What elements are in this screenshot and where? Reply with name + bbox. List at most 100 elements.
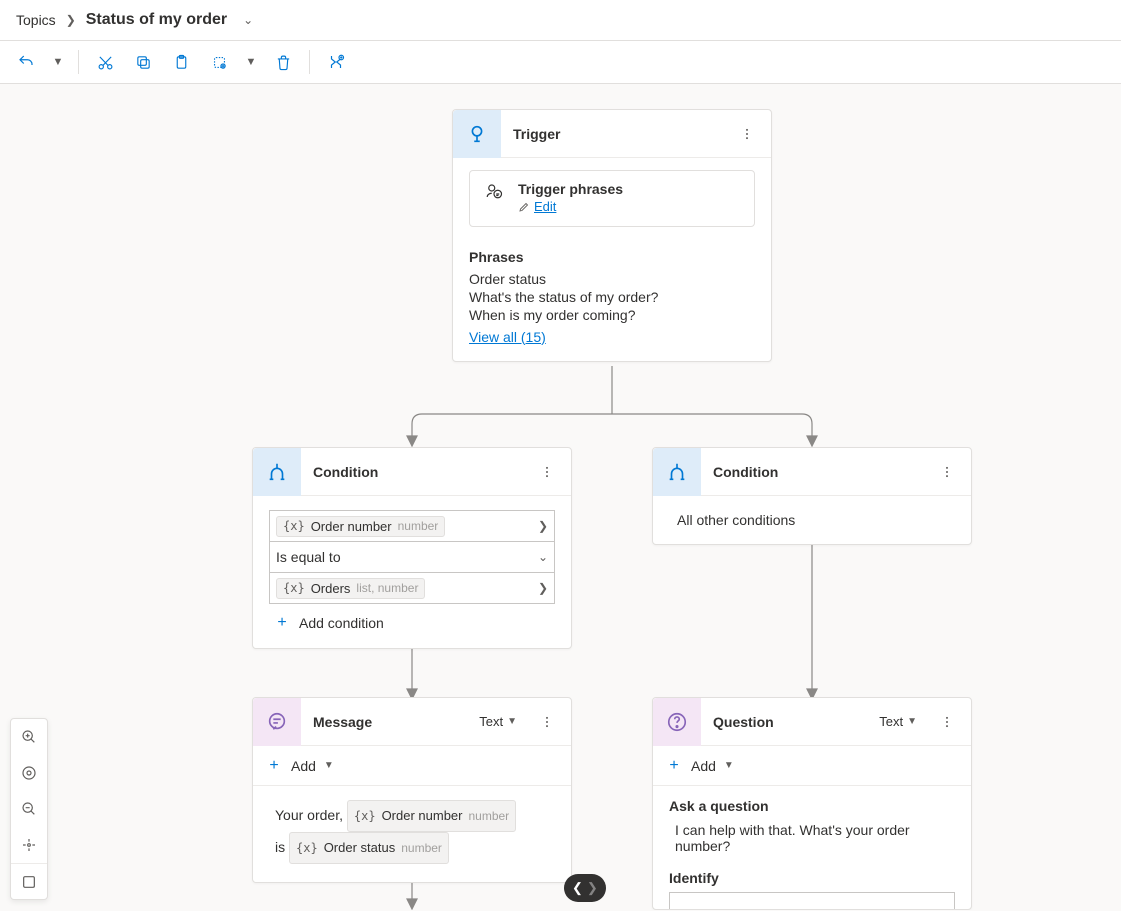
breadcrumb-root[interactable]: Topics xyxy=(16,12,56,28)
operator-label: Is equal to xyxy=(276,549,341,565)
question-type-selector[interactable]: Text ▼ xyxy=(879,714,917,729)
trigger-phrases-title: Trigger phrases xyxy=(518,181,623,197)
message-node[interactable]: Message Text ▼ + Add ▼ Your order, {x} O… xyxy=(252,697,572,883)
message-add-button[interactable]: + Add ▼ xyxy=(253,746,571,786)
more-button[interactable] xyxy=(935,710,959,734)
breadcrumb: Topics ❯ Status of my order ⌄ xyxy=(0,0,1121,41)
variable-icon: {x} xyxy=(283,581,305,595)
zoom-out-button[interactable] xyxy=(11,791,47,827)
minimap-button[interactable] xyxy=(11,863,47,899)
toolbar: ▼ ▼ xyxy=(0,41,1121,84)
message-text-mid: is xyxy=(275,839,289,855)
chevron-down-icon: ▼ xyxy=(324,760,334,771)
view-all-phrases-link[interactable]: View all (15) xyxy=(469,329,546,345)
condition-right-title: Condition xyxy=(713,464,923,480)
paste-special-dropdown[interactable]: ▼ xyxy=(241,46,261,78)
condition-variable-2[interactable]: {x} Orders list, number ❯ xyxy=(269,572,555,604)
identify-selector[interactable] xyxy=(669,892,955,910)
phrase-3: When is my order coming? xyxy=(469,307,755,323)
condition-operator[interactable]: Is equal to ⌄ xyxy=(269,541,555,573)
plus-icon: + xyxy=(665,757,683,775)
phrases-section: Phrases Order status What's the status o… xyxy=(453,239,771,361)
reset-view-button[interactable] xyxy=(11,827,47,863)
more-button[interactable] xyxy=(535,710,559,734)
add-condition-label: Add condition xyxy=(299,615,384,631)
undo-button[interactable] xyxy=(10,46,42,78)
edit-phrases-link[interactable]: Edit xyxy=(518,199,556,214)
add-condition-button[interactable]: + Add condition xyxy=(269,604,555,634)
question-title: Question xyxy=(713,714,867,730)
plus-icon: + xyxy=(273,614,291,632)
add-label: Add xyxy=(291,758,316,774)
copy-button[interactable] xyxy=(127,46,159,78)
chevron-down-icon: ▼ xyxy=(507,716,517,727)
chevron-down-icon: ▼ xyxy=(724,760,734,771)
message-icon xyxy=(253,698,301,746)
undo-dropdown[interactable]: ▼ xyxy=(48,46,68,78)
chevron-down-icon: ▼ xyxy=(907,716,917,727)
paste-special-button[interactable] xyxy=(203,46,235,78)
variables-button[interactable] xyxy=(320,46,352,78)
question-node[interactable]: Question Text ▼ + Add ▼ Ask a question I… xyxy=(652,697,972,910)
chevron-down-icon: ⌄ xyxy=(538,550,548,564)
trigger-title: Trigger xyxy=(513,126,723,142)
chevron-right-icon: ❯ xyxy=(538,581,548,595)
paste-button[interactable] xyxy=(165,46,197,78)
trigger-phrases-card[interactable]: Trigger phrases Edit xyxy=(469,170,755,227)
identify-header: Identify xyxy=(669,870,955,886)
condition-node-left[interactable]: Condition {x} Order number number ❯ Is e… xyxy=(252,447,572,649)
chevron-right-icon: ❯ xyxy=(66,13,76,27)
breadcrumb-current[interactable]: Status of my order xyxy=(86,11,227,29)
add-label: Add xyxy=(691,758,716,774)
condition-icon xyxy=(253,448,301,496)
cut-button[interactable] xyxy=(89,46,121,78)
condition-right-body: All other conditions xyxy=(653,496,971,544)
zoom-in-button[interactable] xyxy=(11,719,47,755)
condition-node-right[interactable]: Condition All other conditions xyxy=(652,447,972,545)
authoring-canvas[interactable]: Trigger Trigger phrases Edit Phra xyxy=(0,84,1121,910)
question-header: Question Text ▼ xyxy=(653,698,971,746)
plus-icon: + xyxy=(265,757,283,775)
all-other-conditions-label: All other conditions xyxy=(677,512,795,528)
ask-question-header: Ask a question xyxy=(669,798,955,814)
message-text-prefix: Your order, xyxy=(275,807,347,823)
more-button[interactable] xyxy=(935,460,959,484)
phrases-header: Phrases xyxy=(469,249,755,265)
var-order-status[interactable]: {x} Order status number xyxy=(289,832,449,864)
condition-left-title: Condition xyxy=(313,464,523,480)
trigger-body: Trigger phrases Edit xyxy=(453,158,771,239)
var-orders: {x} Orders list, number xyxy=(276,578,425,599)
trigger-node[interactable]: Trigger Trigger phrases Edit Phra xyxy=(452,109,772,362)
message-type-selector[interactable]: Text ▼ xyxy=(479,714,517,729)
message-body[interactable]: Your order, {x} Order number number is {… xyxy=(253,786,571,882)
node-navigator[interactable]: ❮ ❯ xyxy=(564,874,606,902)
condition-left-body: {x} Order number number ❯ Is equal to ⌄ … xyxy=(253,496,571,648)
chevron-right-icon: ❯ xyxy=(538,519,548,533)
condition-variable-1[interactable]: {x} Order number number ❯ xyxy=(269,510,555,542)
trigger-icon xyxy=(453,110,501,158)
trigger-header: Trigger xyxy=(453,110,771,158)
message-header: Message Text ▼ xyxy=(253,698,571,746)
question-text[interactable]: I can help with that. What's your order … xyxy=(669,820,955,864)
question-add-button[interactable]: + Add ▼ xyxy=(653,746,971,786)
condition-icon xyxy=(653,448,701,496)
delete-button[interactable] xyxy=(267,46,299,78)
trigger-phrases-icon xyxy=(484,181,504,200)
condition-left-header: Condition xyxy=(253,448,571,496)
more-button[interactable] xyxy=(535,460,559,484)
variable-icon: {x} xyxy=(296,836,318,860)
message-title: Message xyxy=(313,714,467,730)
zoom-controls xyxy=(10,718,48,900)
variable-icon: {x} xyxy=(283,519,305,533)
question-body: Ask a question I can help with that. Wha… xyxy=(653,786,971,910)
phrase-1: Order status xyxy=(469,271,755,287)
phrase-2: What's the status of my order? xyxy=(469,289,755,305)
nav-prev-button[interactable]: ❮ xyxy=(572,880,583,896)
variable-icon: {x} xyxy=(354,804,376,828)
more-button[interactable] xyxy=(735,122,759,146)
zoom-fit-button[interactable] xyxy=(11,755,47,791)
var-order-number[interactable]: {x} Order number number xyxy=(347,800,516,832)
chevron-down-icon[interactable]: ⌄ xyxy=(243,13,253,27)
nav-next-button[interactable]: ❯ xyxy=(587,880,598,896)
edit-label: Edit xyxy=(534,199,556,214)
